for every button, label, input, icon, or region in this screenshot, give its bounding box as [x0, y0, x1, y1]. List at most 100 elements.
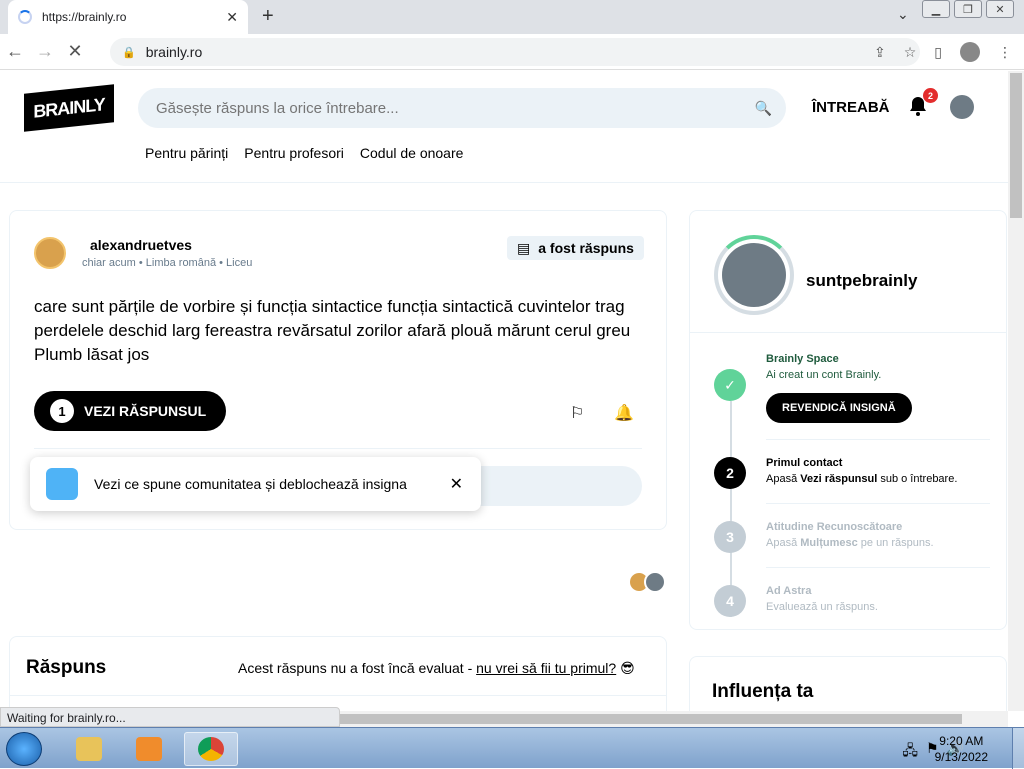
divider [690, 332, 1006, 333]
tab-title: https://brainly.ro [42, 10, 127, 24]
answer-card: Răspuns Acest răspuns nu a fost încă eva… [9, 636, 667, 711]
question-text: care sunt părțile de vorbire și funcția … [34, 297, 631, 364]
toast-text: Vezi ce spune comunitatea și deblochează… [94, 476, 407, 492]
step-number: 3 [714, 521, 746, 553]
forward-icon[interactable]: → [30, 41, 60, 62]
see-answer-button[interactable]: 1 VEZI RĂSPUNSUL [34, 391, 227, 431]
site-header: BRAINLY 🔍 ÎNTREABĂ 2 Pentru părinți Pent… [0, 71, 1008, 183]
address-url[interactable]: brainly.ro [146, 44, 203, 60]
profile-avatar-icon[interactable] [960, 42, 980, 62]
address-bar[interactable]: 🔒 brainly.ro [110, 38, 920, 66]
lock-icon[interactable]: 🔒 [122, 46, 136, 59]
document-icon: ▤ [517, 239, 531, 256]
rate-first-link[interactable]: nu vrei să fii tu primul? [476, 660, 616, 676]
step-desc-pre: Apasă [766, 537, 801, 549]
step-desc: Apasă Mulțumesc pe un răspuns. [766, 537, 934, 549]
toolbar-actions: ⇪ ☆ ▯ ⋮ [874, 42, 1012, 62]
answer-note-text: Acest răspuns nu a fost încă evaluat - [238, 660, 477, 676]
page-content: BRAINLY 🔍 ÎNTREABĂ 2 Pentru părinți Pent… [0, 71, 1008, 711]
tab-close-icon[interactable]: ✕ [226, 9, 238, 26]
divider [10, 695, 666, 696]
network-icon[interactable]: 🖧 [902, 740, 918, 764]
step-title: Atitudine Recunoscătoare [766, 521, 903, 533]
search-icon[interactable]: 🔍 [755, 100, 772, 117]
close-window-icon[interactable]: ✕ [986, 0, 1014, 18]
viewer-avatars [628, 571, 666, 593]
stop-loading-icon[interactable]: ✕ [60, 41, 90, 62]
follow-bell-icon[interactable]: 🔔 [614, 403, 634, 423]
window-controls: ▁ ❐ ✕ [922, 0, 1014, 18]
step-desc-post: pe un răspuns. [857, 537, 934, 549]
nav-link-honor-code[interactable]: Codul de onoare [360, 145, 464, 161]
windows-taskbar: 🖧 ⚑ 🔊 9:20 AM 9/13/2022 [0, 727, 1024, 769]
influence-title: Influența ta [712, 681, 814, 702]
show-desktop-button[interactable] [1012, 728, 1024, 769]
minimize-icon[interactable]: ▁ [922, 0, 950, 18]
see-answer-label: VEZI RĂSPUNSUL [84, 403, 207, 419]
claim-badge-button[interactable]: REVENDICĂ INSIGNĂ [766, 393, 912, 423]
brainly-logo[interactable]: BRAINLY [24, 84, 114, 132]
question-meta: chiar acum • Limba română • Liceu [82, 257, 253, 269]
asker-avatar[interactable] [34, 237, 66, 269]
taskbar-clock[interactable]: 9:20 AM 9/13/2022 [935, 733, 988, 765]
new-tab-icon[interactable]: + [262, 5, 274, 28]
check-icon: ✓ [714, 369, 746, 401]
sidebar-username[interactable]: suntpebrainly [806, 271, 917, 291]
status-bar: Waiting for brainly.ro... [0, 707, 340, 727]
start-button-icon[interactable] [6, 732, 42, 766]
scrollbar-thumb[interactable] [340, 714, 962, 724]
close-icon[interactable]: ✕ [450, 474, 463, 494]
step-title: Primul contact [766, 457, 843, 469]
divider [34, 448, 642, 449]
back-icon[interactable]: ← [0, 41, 30, 62]
sidepanel-icon[interactable]: ▯ [934, 44, 942, 61]
scrollbar-thumb[interactable] [1010, 73, 1022, 218]
step-number: 2 [714, 457, 746, 489]
profile-avatar[interactable] [722, 243, 786, 307]
search-bar[interactable]: 🔍 [138, 88, 786, 128]
chrome-taskbar-icon[interactable] [184, 732, 238, 766]
user-avatar[interactable] [950, 95, 974, 119]
vertical-scrollbar[interactable] [1008, 71, 1024, 711]
step-desc-bold: Mulțumesc [800, 537, 858, 549]
tab-search-chevron-icon[interactable]: ⌄ [897, 6, 909, 23]
restore-icon[interactable]: ❐ [954, 0, 982, 18]
browser-tab[interactable]: https://brainly.ro ✕ [8, 0, 248, 34]
step-desc-bold: Vezi răspunsul [800, 473, 878, 485]
asker-username[interactable]: alexandruetves [90, 237, 192, 253]
menu-kebab-icon[interactable]: ⋮ [998, 44, 1012, 61]
explorer-taskbar-icon[interactable] [62, 732, 116, 766]
answer-count: 1 [50, 399, 74, 423]
cool-face-icon: 😎 [620, 660, 635, 676]
step-desc: Apasă Vezi răspunsul sub o întrebare. [766, 473, 957, 485]
answered-label: a fost răspuns [538, 240, 634, 256]
badge-toast: Vezi ce spune comunitatea și deblochează… [30, 457, 481, 511]
report-flag-icon[interactable]: ⚐ [570, 403, 584, 423]
bookmark-star-icon[interactable]: ☆ [904, 44, 917, 61]
step-desc-pre: Apasă [766, 473, 801, 485]
step-title: Ad Astra [766, 585, 812, 597]
notification-badge: 2 [923, 88, 938, 103]
clock-date: 9/13/2022 [934, 750, 988, 764]
badge-icon [46, 468, 78, 500]
share-icon[interactable]: ⇪ [874, 44, 886, 61]
step-desc: Evaluează un răspuns. [766, 601, 878, 613]
onboarding-card: suntpebrainly ✓ Brainly Space Ai creat u… [689, 210, 1007, 630]
nav-link-parents[interactable]: Pentru părinți [145, 145, 228, 161]
sub-navigation: Pentru părinți Pentru profesori Codul de… [145, 145, 463, 161]
media-player-taskbar-icon[interactable] [122, 732, 176, 766]
step-desc: Ai creat un cont Brainly. [766, 369, 882, 381]
loading-spinner-icon [18, 10, 32, 24]
browser-toolbar: ← → ✕ 🔒 brainly.ro ⇪ ☆ ▯ ⋮ [0, 34, 1024, 70]
divider [766, 439, 990, 440]
divider [766, 567, 990, 568]
answer-rating-note: Acest răspuns nu a fost încă evaluat - n… [238, 660, 635, 677]
viewer-avatar [644, 571, 666, 593]
ask-button[interactable]: ÎNTREABĂ [812, 99, 890, 116]
answer-title: Răspuns [26, 657, 107, 678]
nav-link-teachers[interactable]: Pentru profesori [244, 145, 344, 161]
search-input[interactable] [156, 99, 736, 117]
step-desc-post: sub o întrebare. [877, 473, 958, 485]
step-title: Brainly Space [766, 353, 839, 365]
step-number: 4 [714, 585, 746, 617]
